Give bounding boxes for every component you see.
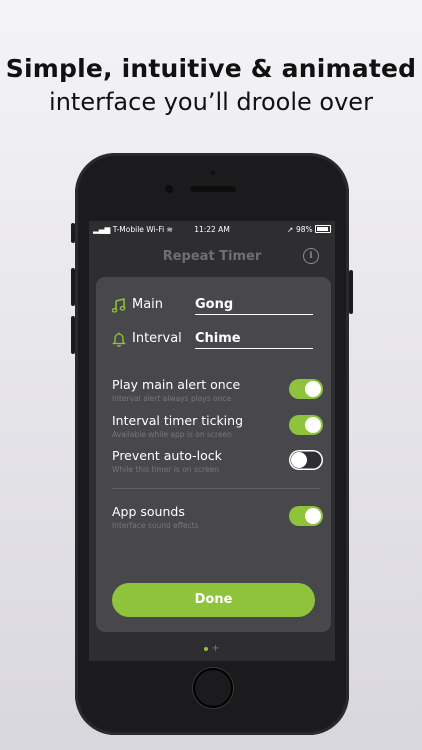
phone-frame: ▂▄▆ T-Mobile Wi-Fi ≋ 11:22 AM ➚ 98% Repe… — [75, 153, 349, 735]
ticking-caption: Available while app is on screen — [112, 430, 232, 439]
main-label: Main — [132, 297, 164, 312]
headline-subtitle: interface you’ll droole over — [49, 88, 373, 116]
interval-label: Interval — [132, 331, 182, 346]
bell-icon — [112, 332, 126, 347]
app-screen: ▂▄▆ T-Mobile Wi-Fi ≋ 11:22 AM ➚ 98% Repe… — [89, 221, 335, 661]
toggle-knob — [291, 452, 307, 468]
app-sounds-label: App sounds — [112, 504, 185, 519]
battery-percent: 98% — [295, 225, 313, 234]
ticking-label: Interval timer ticking — [112, 413, 244, 428]
earpiece-speaker — [190, 186, 236, 192]
app-sounds-caption: Interface sound effects — [112, 521, 199, 530]
main-sound-row[interactable]: Main Gong — [112, 295, 322, 317]
ticking-row: Interval timer ticking Available while a… — [112, 413, 323, 443]
ticking-toggle[interactable] — [289, 415, 323, 435]
settings-card: Main Gong Interval Chime Play main alert… — [96, 277, 331, 632]
music-note-icon — [112, 298, 126, 313]
home-button[interactable] — [193, 668, 233, 708]
proximity-sensor — [211, 171, 215, 175]
auto-lock-label: Prevent auto-lock — [112, 448, 222, 463]
status-bar: ▂▄▆ T-Mobile Wi-Fi ≋ 11:22 AM ➚ 98% — [89, 221, 335, 237]
location-icon: ➚ — [287, 225, 296, 234]
toggle-knob — [305, 381, 321, 397]
interval-sound-row[interactable]: Interval Chime — [112, 329, 322, 351]
headline-title: Simple, intuitive & animated — [5, 54, 417, 83]
auto-lock-row: Prevent auto-lock While this timer is on… — [112, 448, 323, 478]
app-sounds-toggle[interactable] — [289, 506, 323, 526]
page-dot-active[interactable] — [204, 646, 209, 651]
page-indicator[interactable]: + — [89, 643, 335, 654]
auto-lock-caption: While this timer is on screen — [112, 465, 219, 474]
auto-lock-toggle[interactable] — [289, 450, 323, 470]
battery-icon — [315, 225, 331, 233]
toggle-knob — [305, 417, 321, 433]
toggle-knob — [305, 508, 321, 524]
play-main-once-toggle[interactable] — [289, 379, 323, 399]
play-main-once-label: Play main alert once — [112, 377, 241, 392]
front-camera — [165, 185, 173, 193]
power-button — [349, 270, 353, 314]
page-title: Repeat Timer — [162, 249, 262, 264]
done-button[interactable]: Done — [112, 583, 315, 617]
battery-status: ➚ 98% — [287, 225, 331, 234]
info-icon[interactable]: i — [303, 248, 319, 264]
add-page-icon[interactable]: + — [211, 643, 219, 654]
play-main-once-caption: Interval alert always plays once — [112, 394, 232, 403]
app-sounds-row: App sounds Interface sound effects — [112, 504, 323, 534]
play-main-once-row: Play main alert once Interval alert alwa… — [112, 377, 323, 407]
main-sound-field[interactable]: Gong — [195, 297, 313, 315]
interval-sound-field[interactable]: Chime — [195, 331, 313, 349]
divider — [112, 488, 320, 489]
